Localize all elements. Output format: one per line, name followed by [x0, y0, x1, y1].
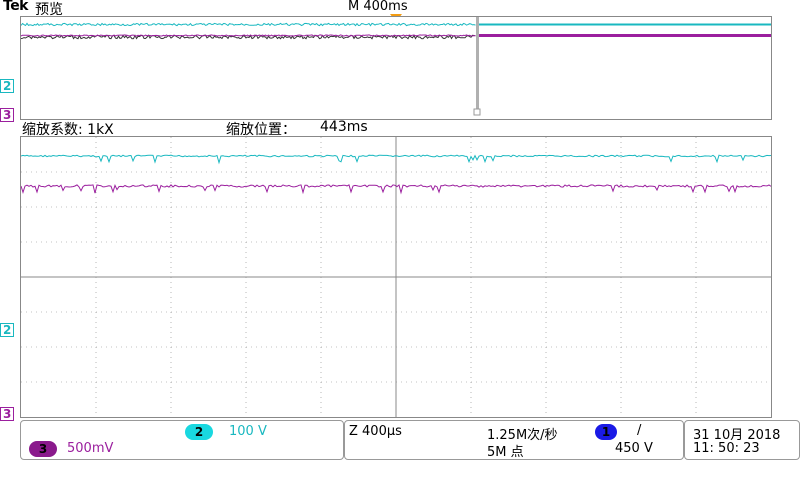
overview-waveform-svg	[21, 17, 771, 116]
ch2-badge[interactable]: 2	[185, 424, 213, 440]
zoom-position-value: 443ms	[320, 119, 368, 135]
datetime-panel: 31 10月 2018 11: 50: 23	[684, 420, 800, 460]
main-waveform-svg	[21, 137, 771, 417]
ch2-scale: 100 V	[229, 424, 267, 439]
overview-graticule	[20, 16, 772, 120]
timebase-label: M 400ms	[348, 0, 408, 14]
brand-logo: Tek	[3, 0, 29, 14]
overview-ch3-marker[interactable]: 3	[0, 108, 15, 122]
trigger-source-badge[interactable]: 1	[595, 424, 617, 440]
overview-ch3-trace	[21, 34, 476, 37]
channel-scale-panel[interactable]: 2 100 V 3 500mV	[20, 420, 344, 460]
record-length: 5M 点	[487, 445, 524, 460]
zoom-window-marker	[476, 17, 479, 109]
time-display: 11: 50: 23	[693, 441, 760, 456]
zoom-window-handle	[473, 108, 481, 116]
overview-ch2-trace	[21, 22, 476, 27]
main-ch2-marker[interactable]: 2	[0, 323, 15, 337]
ch3-scale: 500mV	[67, 441, 114, 456]
main-graticule	[20, 136, 772, 418]
zoom-time-scale: Z 400µs	[349, 424, 402, 439]
acquisition-panel[interactable]: Z 400µs 1.25M次/秒 1 / 5M 点 450 V	[344, 420, 684, 460]
overview-ch2-marker[interactable]: 2	[0, 79, 15, 93]
trigger-slope-icon: /	[637, 423, 642, 438]
trigger-level: 450 V	[615, 441, 653, 456]
ch3-badge[interactable]: 3	[29, 441, 57, 457]
main-ch3-marker[interactable]: 3	[0, 407, 15, 421]
